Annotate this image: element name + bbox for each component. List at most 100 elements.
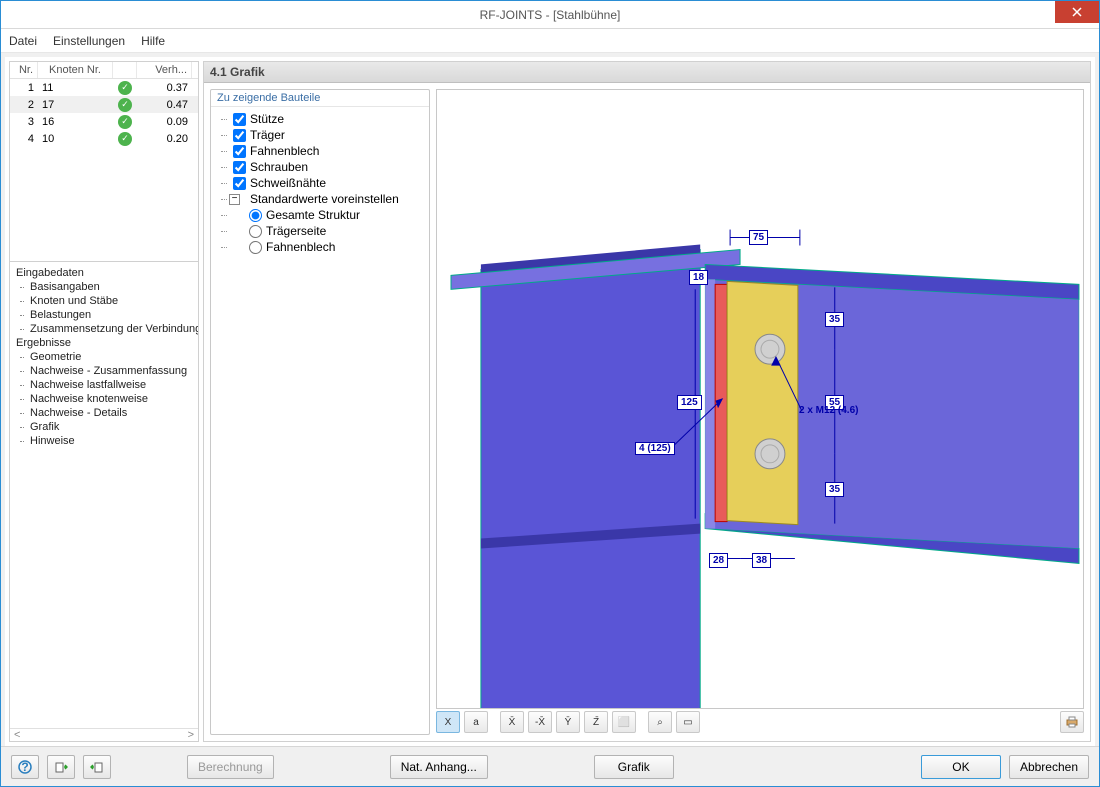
radio[interactable] xyxy=(249,209,262,222)
tree-item[interactable]: Grafik xyxy=(12,420,196,434)
option-check[interactable]: Schweißnähte xyxy=(215,175,425,191)
view-tool-windows[interactable]: ▭ xyxy=(676,711,700,733)
dim-35: 35 xyxy=(825,482,844,497)
menubar: Datei Einstellungen Hilfe xyxy=(1,29,1099,53)
tree-section-input[interactable]: Eingabedaten xyxy=(12,266,196,280)
grafik-button[interactable]: Grafik xyxy=(594,755,674,779)
presets-group[interactable]: −Standardwerte voreinstellen xyxy=(215,191,425,207)
view-tool-zoom[interactable]: ⌕ xyxy=(648,711,672,733)
scroll-left-icon[interactable]: < xyxy=(10,729,24,741)
export-icon xyxy=(90,760,104,774)
tree-item[interactable]: Geometrie xyxy=(12,350,196,364)
tree-item[interactable]: Zusammensetzung der Verbindung xyxy=(12,322,196,336)
tree-item[interactable]: Nachweise - Zusammenfassung xyxy=(12,364,196,378)
dim-75: 75 xyxy=(749,230,768,245)
option-radio[interactable]: Gesamte Struktur xyxy=(215,207,425,223)
th-nr[interactable]: Nr. xyxy=(10,62,38,78)
checkbox[interactable] xyxy=(233,145,246,158)
import-icon xyxy=(54,760,68,774)
menu-settings[interactable]: Einstellungen xyxy=(53,34,125,48)
dim-28: 28 xyxy=(709,553,728,568)
checkbox[interactable] xyxy=(233,129,246,142)
right-body: Zu zeigende Bauteile Stütze Träger Fahne… xyxy=(204,83,1090,741)
titlebar: RF-JOINTS - [Stahlbühne] xyxy=(1,1,1099,29)
tree-item[interactable]: Nachweise lastfallweise xyxy=(12,378,196,392)
close-button[interactable] xyxy=(1055,1,1099,23)
nav-tree: Eingabedaten Basisangaben Knoten und Stä… xyxy=(10,262,198,728)
view-toolbar: X a X̄ -X̄ Ȳ Z̄ ⬜ ⌕ ▭ xyxy=(436,709,1084,735)
section-title: 4.1 Grafik xyxy=(204,62,1090,83)
option-check[interactable]: Fahnenblech xyxy=(215,143,425,159)
th-knoten[interactable]: Knoten Nr. xyxy=(38,62,113,78)
view-tool-z[interactable]: Z̄ xyxy=(584,711,608,733)
national-annex-button[interactable]: Nat. Anhang... xyxy=(390,755,488,779)
check-icon: ✓ xyxy=(118,98,132,112)
node-table: Nr. Knoten Nr. Verh... 1 11 ✓ 0.37 2 17 xyxy=(10,62,198,262)
h-scrollbar[interactable]: < > xyxy=(10,728,198,741)
table-header: Nr. Knoten Nr. Verh... xyxy=(10,62,198,79)
joint-rendering xyxy=(437,90,1083,708)
option-radio[interactable]: Fahnenblech xyxy=(215,239,425,255)
display-options-box: Zu zeigende Bauteile Stütze Träger Fahne… xyxy=(210,89,430,735)
collapse-icon[interactable]: − xyxy=(229,194,240,205)
dim-18: 18 xyxy=(689,270,708,285)
th-verh[interactable]: Verh... xyxy=(137,62,192,78)
view-tool-y[interactable]: Ȳ xyxy=(556,711,580,733)
window-title: RF-JOINTS - [Stahlbühne] xyxy=(1,8,1099,22)
menu-file[interactable]: Datei xyxy=(9,34,37,48)
tree-item[interactable]: Belastungen xyxy=(12,308,196,322)
view-tool-x[interactable]: X xyxy=(436,711,460,733)
help-button[interactable]: ? xyxy=(11,755,39,779)
check-icon: ✓ xyxy=(118,81,132,95)
table-row[interactable]: 4 10 ✓ 0.20 xyxy=(10,130,198,147)
dim-125: 125 xyxy=(677,395,702,410)
dim-35: 35 xyxy=(825,312,844,327)
checkbox[interactable] xyxy=(233,177,246,190)
view-tool-minusx[interactable]: -X̄ xyxy=(528,711,552,733)
menu-help[interactable]: Hilfe xyxy=(141,34,165,48)
radio[interactable] xyxy=(249,241,262,254)
right-panel: 4.1 Grafik Zu zeigende Bauteile Stütze T… xyxy=(203,61,1091,742)
table-row[interactable]: 2 17 ✓ 0.47 xyxy=(10,96,198,113)
bolt-spec-label: 2 x M12 (4.6) xyxy=(799,405,858,416)
checkbox[interactable] xyxy=(233,113,246,126)
check-icon: ✓ xyxy=(118,115,132,129)
scroll-right-icon[interactable]: > xyxy=(184,729,198,741)
print-button[interactable] xyxy=(1060,711,1084,733)
view-tool-dimension[interactable]: a xyxy=(464,711,488,733)
ok-button[interactable]: OK xyxy=(921,755,1001,779)
options-list: Stütze Träger Fahnenblech Schrauben Schw… xyxy=(211,107,429,259)
cancel-button[interactable]: Abbrechen xyxy=(1009,755,1089,779)
options-title: Zu zeigende Bauteile xyxy=(211,90,429,107)
svg-text:?: ? xyxy=(21,760,28,774)
plate-thickness-label: 4 (125) xyxy=(635,442,675,455)
th-status xyxy=(113,62,137,78)
checkbox[interactable] xyxy=(233,161,246,174)
option-check[interactable]: Träger xyxy=(215,127,425,143)
tree-item[interactable]: Knoten und Stäbe xyxy=(12,294,196,308)
export-button[interactable] xyxy=(83,755,111,779)
table-row[interactable]: 3 16 ✓ 0.09 xyxy=(10,113,198,130)
view-tool-iso[interactable]: ⬜ xyxy=(612,711,636,733)
tree-item[interactable]: Nachweise - Details xyxy=(12,406,196,420)
3d-viewport[interactable]: 75 18 125 35 55 35 28 38 4 (125) 2 x M12… xyxy=(436,89,1084,709)
table-row[interactable]: 1 11 ✓ 0.37 xyxy=(10,79,198,96)
app-window: RF-JOINTS - [Stahlbühne] Datei Einstellu… xyxy=(0,0,1100,787)
option-radio[interactable]: Trägerseite xyxy=(215,223,425,239)
tree-item[interactable]: Hinweise xyxy=(12,434,196,448)
table-body: 1 11 ✓ 0.37 2 17 ✓ 0.47 3 16 ✓ xyxy=(10,79,198,147)
radio[interactable] xyxy=(249,225,262,238)
bottom-bar: ? Berechnung Nat. Anhang... Grafik OK Ab… xyxy=(1,746,1099,786)
option-check[interactable]: Stütze xyxy=(215,111,425,127)
calc-button[interactable]: Berechnung xyxy=(187,755,274,779)
import-button[interactable] xyxy=(47,755,75,779)
content-area: Nr. Knoten Nr. Verh... 1 11 ✓ 0.37 2 17 xyxy=(1,53,1099,746)
tree-item[interactable]: Basisangaben xyxy=(12,280,196,294)
dim-38: 38 xyxy=(752,553,771,568)
printer-icon xyxy=(1065,715,1079,729)
tree-section-results[interactable]: Ergebnisse xyxy=(12,336,196,350)
tree-item[interactable]: Nachweise knotenweise xyxy=(12,392,196,406)
option-check[interactable]: Schrauben xyxy=(215,159,425,175)
help-icon: ? xyxy=(18,760,32,774)
view-tool-plusx[interactable]: X̄ xyxy=(500,711,524,733)
